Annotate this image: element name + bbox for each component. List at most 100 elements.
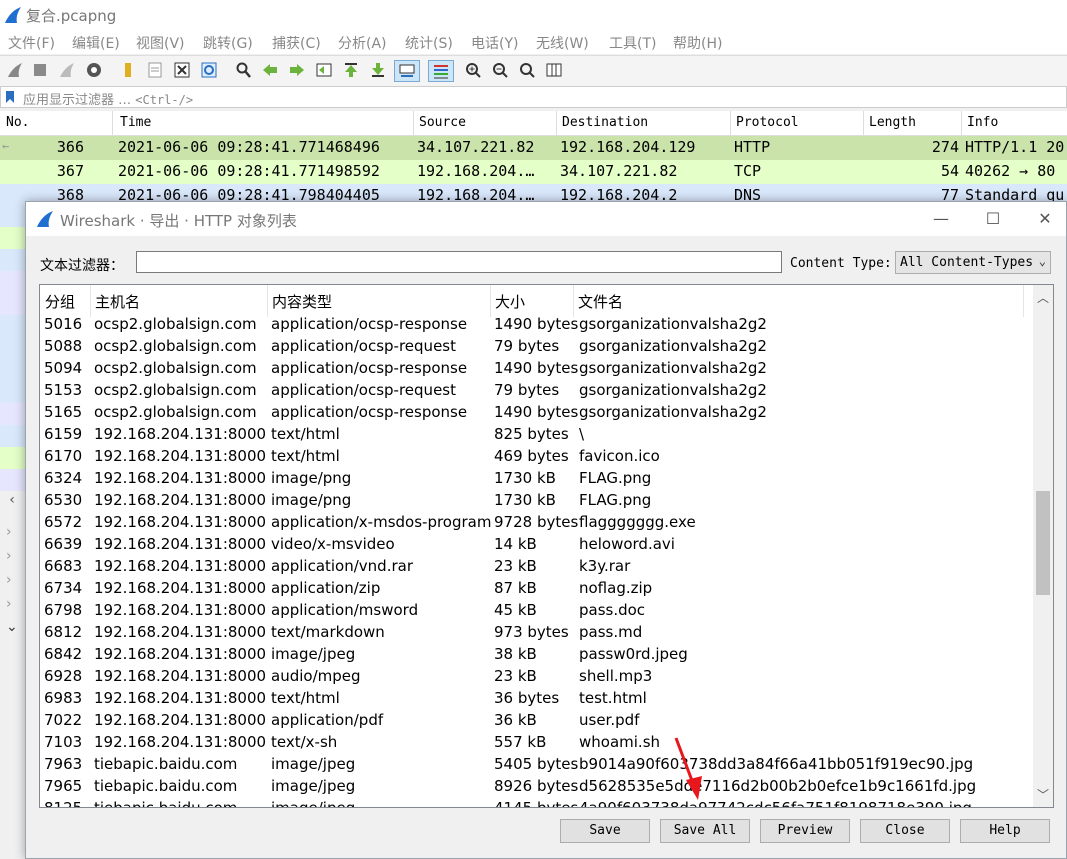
scrollbar-thumb[interactable] xyxy=(1036,491,1050,595)
main-toolbar xyxy=(0,55,1067,86)
col-hostname[interactable]: 主机名 xyxy=(90,285,267,317)
scroll-down-icon[interactable]: ﹀ xyxy=(1037,786,1049,803)
menu-wireless[interactable]: 无线(W) xyxy=(536,33,589,53)
menu-analyze[interactable]: 分析(A) xyxy=(338,33,387,53)
packet-row[interactable]: ← 366 2021-06-06 09:28:41.771468496 34.1… xyxy=(0,136,1067,160)
packet-row[interactable]: 367 2021-06-06 09:28:41.771498592 192.16… xyxy=(0,160,1067,184)
resize-columns-icon[interactable] xyxy=(545,60,563,80)
menu-help[interactable]: 帮助(H) xyxy=(673,33,722,53)
menu-capture[interactable]: 捕获(C) xyxy=(272,33,321,53)
col-content-type[interactable]: 内容类型 xyxy=(267,285,490,317)
table-row[interactable]: 5088 ocsp2.globalsign.com application/ocsp… xyxy=(40,336,1030,358)
table-row[interactable]: 7965 tiebapic.baidu.com image/jpeg 8926 byt… xyxy=(40,776,1030,798)
table-row[interactable]: 6170 192.168.204.131:8000 text/html 469 byt… xyxy=(40,446,1030,468)
maximize-icon[interactable]: ☐ xyxy=(976,206,1010,232)
go-first-packet-icon[interactable] xyxy=(342,60,360,80)
go-to-packet-icon[interactable] xyxy=(315,60,333,80)
wireshark-logo-icon xyxy=(37,211,53,227)
close-icon[interactable]: ✕ xyxy=(1028,206,1062,232)
text-filter-input[interactable] xyxy=(136,251,782,273)
zoom-in-icon[interactable] xyxy=(464,60,482,80)
col-packet[interactable]: ︿ 分组 xyxy=(40,285,90,317)
dialog-titlebar: Wireshark · 导出 · HTTP 对象列表 — ☐ ✕ xyxy=(26,202,1066,236)
table-scrollbar[interactable]: ︿ ﹀ xyxy=(1033,285,1053,807)
close-button[interactable]: Close xyxy=(860,819,950,843)
expand-icon[interactable]: › xyxy=(6,548,12,564)
scroll-up-icon[interactable]: ︿ xyxy=(1037,289,1049,306)
table-row[interactable]: 6572 192.168.204.131:8000 application/x-ms… xyxy=(40,512,1030,534)
menubar: 文件(F) 编辑(E) 视图(V) 跳转(G) 捕获(C) 分析(A) 统计(S… xyxy=(0,30,1067,54)
table-row[interactable]: 6324 192.168.204.131:8000 image/png 1730 kB… xyxy=(40,468,1030,490)
table-row[interactable]: 6928 192.168.204.131:8000 audio/mpeg 23 kB s… xyxy=(40,666,1030,688)
http-objects-table: ︿ 分组 主机名 内容类型 大小 文件名 5016 ocsp2.globalsign… xyxy=(39,284,1054,808)
menu-edit[interactable]: 编辑(E) xyxy=(72,33,120,53)
menu-statistics[interactable]: 统计(S) xyxy=(405,33,453,53)
table-row[interactable]: 6683 192.168.204.131:8000 application/vnd.… xyxy=(40,556,1030,578)
restart-capture-icon[interactable] xyxy=(58,60,76,80)
table-row[interactable]: 6798 192.168.204.131:8000 application/mswo… xyxy=(40,600,1030,622)
col-length[interactable]: Length xyxy=(869,115,916,130)
zoom-out-icon[interactable] xyxy=(491,60,509,80)
menu-view[interactable]: 视图(V) xyxy=(136,33,185,53)
table-row[interactable]: 8125 tiebapic.baidu.com image/jpeg 4145 byt… xyxy=(40,798,1030,807)
packet-list-header: No. Time Source Destination Protocol Len… xyxy=(0,111,1067,136)
normal-size-icon[interactable] xyxy=(518,60,536,80)
table-row[interactable]: 6530 192.168.204.131:8000 image/png 1730 kB… xyxy=(40,490,1030,512)
main-titlebar: 复合.pcapng xyxy=(0,0,1067,30)
text-filter-label: 文本过滤器： xyxy=(40,258,124,274)
table-row[interactable]: 5153 ocsp2.globalsign.com application/ocsp… xyxy=(40,380,1030,402)
col-protocol[interactable]: Protocol xyxy=(736,115,799,130)
table-row[interactable]: 6812 192.168.204.131:8000 text/markdown 973… xyxy=(40,622,1030,644)
table-row[interactable]: 5094 ocsp2.globalsign.com application/ocsp… xyxy=(40,358,1030,380)
scroll-left-icon[interactable]: ‹ xyxy=(0,492,24,512)
col-size[interactable]: 大小 xyxy=(490,285,573,317)
table-row[interactable]: 6842 192.168.204.131:8000 image/jpeg 38 kB p… xyxy=(40,644,1030,666)
table-row[interactable]: 6159 192.168.204.131:8000 text/html 825 byt… xyxy=(40,424,1030,446)
go-back-icon[interactable] xyxy=(261,60,279,80)
menu-telephony[interactable]: 电话(Y) xyxy=(471,33,518,53)
col-no[interactable]: No. xyxy=(6,115,29,130)
reload-file-icon[interactable] xyxy=(200,60,218,80)
table-row[interactable]: 5165 ocsp2.globalsign.com application/ocsp… xyxy=(40,402,1030,424)
menu-go[interactable]: 跳转(G) xyxy=(203,33,253,53)
go-forward-icon[interactable] xyxy=(288,60,306,80)
menu-tools[interactable]: 工具(T) xyxy=(609,33,656,53)
expand-icon[interactable]: › xyxy=(6,524,12,540)
bookmark-icon[interactable] xyxy=(5,90,15,104)
colorize-icon[interactable] xyxy=(428,60,454,82)
table-row[interactable]: 7963 tiebapic.baidu.com image/jpeg 5405 byt… xyxy=(40,754,1030,776)
table-row[interactable]: 6983 192.168.204.131:8000 text/html 36 byte… xyxy=(40,688,1030,710)
table-row[interactable]: 7103 192.168.204.131:8000 text/x-sh 557 kB w… xyxy=(40,732,1030,754)
open-file-icon[interactable] xyxy=(119,60,137,80)
table-row[interactable]: 5016 ocsp2.globalsign.com application/ocsp… xyxy=(40,314,1030,336)
save-button[interactable]: Save xyxy=(560,819,650,843)
help-button[interactable]: Help xyxy=(960,819,1050,843)
export-http-objects-dialog: Wireshark · 导出 · HTTP 对象列表 — ☐ ✕ 文本过滤器： … xyxy=(25,201,1067,859)
display-filter-placeholder: 应用显示过滤器 … <Ctrl-/> xyxy=(23,93,194,108)
save-file-icon[interactable] xyxy=(146,60,164,80)
col-filename[interactable]: 文件名 xyxy=(573,285,1023,317)
col-destination[interactable]: Destination xyxy=(562,115,648,130)
table-row[interactable]: 6639 192.168.204.131:8000 video/x-msvideo 1… xyxy=(40,534,1030,556)
col-source[interactable]: Source xyxy=(419,115,466,130)
table-row[interactable]: 7022 192.168.204.131:8000 application/pdf 3… xyxy=(40,710,1030,732)
close-file-icon[interactable] xyxy=(173,60,191,80)
stop-capture-icon[interactable] xyxy=(31,60,49,80)
minimize-icon[interactable]: — xyxy=(924,206,958,232)
preview-button[interactable]: Preview xyxy=(760,819,850,843)
col-time[interactable]: Time xyxy=(120,115,151,130)
capture-options-icon[interactable] xyxy=(85,60,103,80)
content-type-select[interactable]: All Content-Types ⌄ xyxy=(895,251,1051,274)
table-row[interactable]: 6734 192.168.204.131:8000 application/zip 8… xyxy=(40,578,1030,600)
display-filter-input[interactable]: 应用显示过滤器 … <Ctrl-/> xyxy=(0,86,1067,108)
expand-icon[interactable]: › xyxy=(6,572,12,588)
col-info[interactable]: Info xyxy=(967,115,998,130)
menu-file[interactable]: 文件(F) xyxy=(8,33,55,53)
go-last-packet-icon[interactable] xyxy=(369,60,387,80)
start-capture-icon[interactable] xyxy=(6,60,24,80)
collapse-icon[interactable]: ⌄ xyxy=(6,619,18,635)
save-all-button[interactable]: Save All xyxy=(660,819,750,843)
expand-icon[interactable]: › xyxy=(6,596,12,612)
find-packet-icon[interactable] xyxy=(234,60,252,80)
autoscroll-icon[interactable] xyxy=(394,60,420,82)
